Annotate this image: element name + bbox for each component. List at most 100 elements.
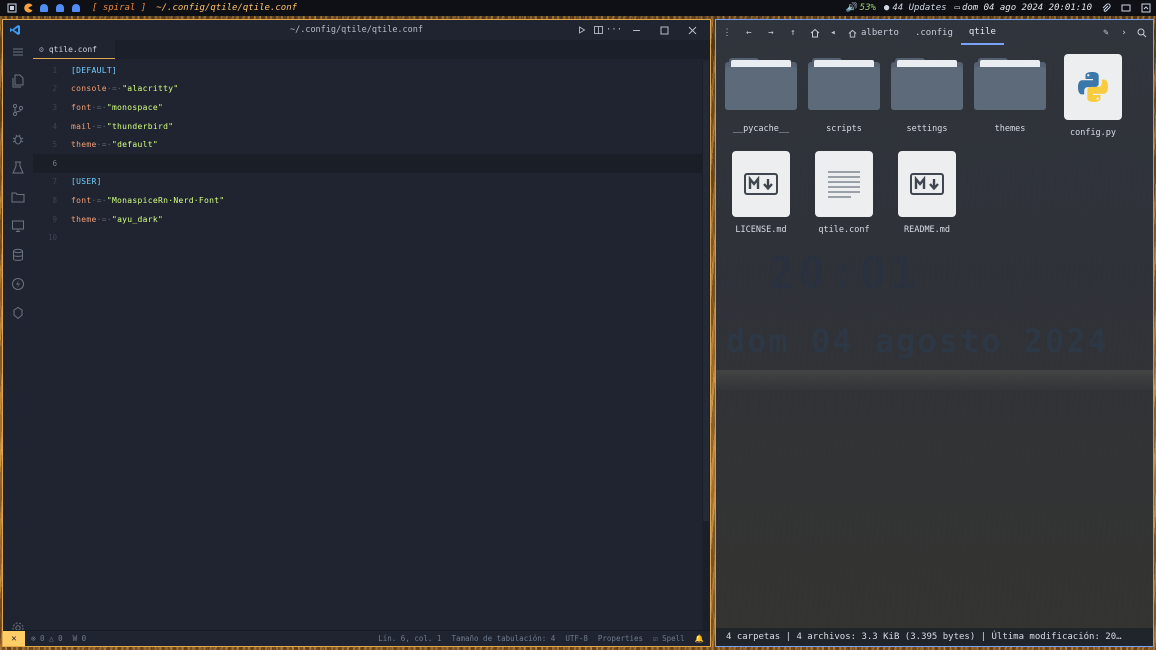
- code-line[interactable]: 7 [USER]: [33, 173, 702, 192]
- calendar-icon: ▭: [954, 3, 960, 13]
- more-actions-icon[interactable]: ···: [606, 20, 622, 40]
- workspace-ghost-icon[interactable]: [52, 0, 68, 16]
- folder-item-scripts[interactable]: scripts: [807, 54, 881, 134]
- w-indicator[interactable]: W 0: [73, 634, 87, 643]
- back-arrow-icon[interactable]: ←: [738, 22, 760, 44]
- line-text: font·=·"monospace": [71, 103, 163, 112]
- menu-dots-icon[interactable]: ⋮: [716, 22, 738, 44]
- text-file-icon: [815, 151, 873, 217]
- workspace-ghost-icon[interactable]: [68, 0, 84, 16]
- code-line[interactable]: 1 [DEFAULT]: [33, 61, 702, 80]
- token-str: "ayu_dark": [111, 214, 164, 224]
- code-line[interactable]: 9 theme·=·"ayu_dark": [33, 210, 702, 229]
- cursor-position[interactable]: Lín. 6, col. 1: [378, 634, 441, 643]
- lightning-icon[interactable]: [10, 276, 26, 292]
- python-file-icon: [1064, 54, 1122, 120]
- breadcrumb-alberto[interactable]: alberto: [840, 22, 907, 44]
- token-str: "MonaspiceRn·Nerd·Font": [106, 195, 225, 205]
- editor-scrollbar[interactable]: [702, 61, 710, 631]
- notifications-bell-icon[interactable]: 🔔: [695, 634, 704, 643]
- code-area[interactable]: 1 [DEFAULT] 2 console·=·"alacritty" 3 font·=·…: [33, 61, 702, 631]
- line-text: [DEFAULT]: [71, 66, 117, 75]
- warning-icon: △: [49, 634, 54, 643]
- folder-icon[interactable]: [10, 189, 26, 205]
- language-mode[interactable]: Properties: [598, 634, 643, 643]
- clock-text: dom 04 ago 2024 20:01:10: [961, 3, 1092, 13]
- scrollbar-thumb[interactable]: [703, 61, 709, 521]
- testing-icon[interactable]: [10, 160, 26, 176]
- up-arrow-icon[interactable]: ↑: [782, 22, 804, 44]
- remote-indicator-icon[interactable]: ✕: [3, 631, 25, 646]
- line-text: theme·=·"ayu_dark": [71, 215, 163, 224]
- updates-count: 44 Updates: [892, 3, 947, 13]
- layout-icon[interactable]: [4, 0, 20, 16]
- token-str: "monospace": [106, 102, 164, 112]
- breadcrumb-config[interactable]: .config: [907, 22, 961, 44]
- edit-path-icon[interactable]: ✎: [1095, 22, 1117, 44]
- source-control-icon[interactable]: [10, 102, 26, 118]
- close-icon[interactable]: [678, 20, 706, 40]
- layout-name: [ spiral ]: [92, 3, 147, 13]
- item-label: LICENSE.md: [735, 225, 787, 235]
- breadcrumb-left-icon[interactable]: ◂: [826, 22, 840, 44]
- problems-indicator[interactable]: ⊗ 0 △ 0: [31, 634, 63, 643]
- code-line[interactable]: 2 console·=·"alacritty": [33, 80, 702, 99]
- file-item-qtile-conf[interactable]: qtile.conf: [807, 151, 881, 235]
- file-manager-toolbar: ⋮ ← → ↑ ◂ alberto .config qtile ✎ ›: [716, 20, 1153, 46]
- vscode-logo-icon: [9, 24, 21, 36]
- debug-icon[interactable]: [10, 131, 26, 147]
- paperclip-icon[interactable]: [1100, 2, 1112, 14]
- item-label: qtile.conf: [818, 225, 870, 235]
- line-text: console·=·"alacritty": [71, 84, 178, 93]
- code-line[interactable]: 8 font·=·"MonaspiceRn·Nerd·Font": [33, 191, 702, 210]
- file-item-readme-md[interactable]: README.md: [890, 151, 964, 235]
- token-op: ·=·: [96, 140, 112, 150]
- explorer-icon[interactable]: [10, 73, 26, 89]
- window-icon[interactable]: [1120, 2, 1132, 14]
- home-icon[interactable]: [804, 22, 826, 44]
- folder-item-pycache[interactable]: __pycache__: [724, 54, 798, 134]
- line-number: 9: [52, 214, 57, 224]
- minimize-icon[interactable]: [622, 20, 650, 40]
- code-line[interactable]: 3 font·=·"monospace": [33, 98, 702, 117]
- breadcrumb-right-icon[interactable]: ›: [1117, 22, 1131, 44]
- token-op: ·=·: [96, 214, 112, 224]
- run-icon[interactable]: [574, 20, 590, 40]
- markdown-file-icon: [732, 151, 790, 217]
- token-str: "alacritty": [122, 84, 179, 94]
- menu-icon[interactable]: [10, 44, 26, 60]
- workspace-ghost-icon[interactable]: [36, 0, 52, 16]
- split-editor-icon[interactable]: [590, 20, 606, 40]
- token-key: theme: [71, 140, 97, 150]
- folder-item-settings[interactable]: settings: [890, 54, 964, 134]
- code-line[interactable]: 6: [33, 154, 702, 173]
- spell-check-icon: ☑: [653, 634, 658, 643]
- code-line[interactable]: 10: [33, 228, 702, 247]
- home-crumb-icon: [848, 29, 857, 38]
- folder-item-themes[interactable]: themes: [973, 54, 1047, 134]
- token-op: ·=·: [91, 121, 107, 131]
- tab-qtile-conf[interactable]: ⚙ qtile.conf: [33, 40, 115, 59]
- spell-indicator[interactable]: ☑ Spell: [653, 634, 685, 643]
- status-bar: ✕ ⊗ 0 △ 0 W 0 Lín. 6, col. 1 Tamaño de t…: [3, 630, 710, 646]
- encoding[interactable]: UTF-8: [565, 634, 588, 643]
- line-number: 10: [47, 233, 57, 243]
- code-line[interactable]: 5 theme·=·"default": [33, 135, 702, 154]
- forward-arrow-icon[interactable]: →: [760, 22, 782, 44]
- file-item-license-md[interactable]: LICENSE.md: [724, 151, 798, 235]
- maximize-icon[interactable]: [650, 20, 678, 40]
- pacman-icon[interactable]: [20, 0, 36, 16]
- remote-explorer-icon[interactable]: [10, 218, 26, 234]
- extensions-icon[interactable]: [10, 305, 26, 321]
- database-icon[interactable]: [10, 247, 26, 263]
- breadcrumb-qtile[interactable]: qtile: [960, 21, 1004, 45]
- file-item-config-py[interactable]: config.py: [1056, 54, 1130, 138]
- item-label: scripts: [826, 124, 862, 134]
- search-icon[interactable]: [1131, 22, 1153, 44]
- tab-size[interactable]: Tamaño de tabulación: 4: [451, 634, 555, 643]
- token-op: ·=·: [91, 195, 107, 205]
- gear-file-icon: ⚙: [39, 44, 44, 54]
- code-line[interactable]: 4 mail·=·"thunderbird": [33, 117, 702, 136]
- updates-widget[interactable]: ● 44 Updates: [884, 3, 947, 13]
- screen-icon[interactable]: [1140, 2, 1152, 14]
